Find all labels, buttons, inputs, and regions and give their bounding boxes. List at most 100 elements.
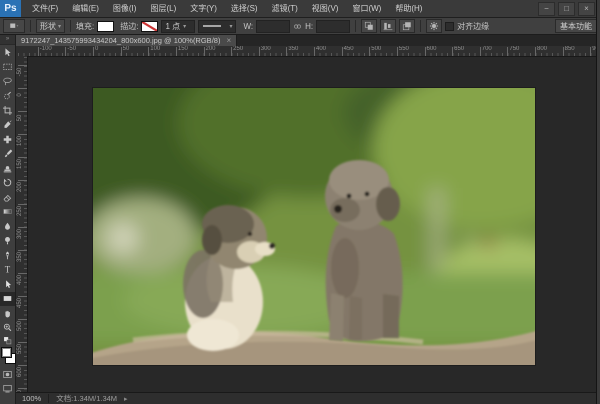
ruler-label: 850	[565, 46, 575, 53]
blur-tool[interactable]	[0, 219, 15, 234]
healing-brush-tool[interactable]	[0, 132, 15, 147]
ps-logo: Ps	[0, 0, 21, 17]
ruler-label: 600	[427, 46, 437, 53]
type-tool[interactable]: T	[0, 263, 15, 278]
eraser-icon	[2, 192, 13, 203]
dodge-icon	[2, 235, 13, 246]
shape-mode-dropdown[interactable]: 形状 ▾	[36, 19, 65, 33]
path-alignment-button[interactable]	[380, 19, 396, 33]
geometry-options-button[interactable]	[426, 19, 442, 33]
pen-icon	[2, 250, 13, 261]
ruler-label: 50	[16, 110, 24, 126]
minimize-button[interactable]: −	[538, 2, 555, 16]
ruler-label: 100	[16, 133, 24, 149]
brush-tool[interactable]	[0, 147, 15, 162]
quick-selection-tool[interactable]	[0, 89, 15, 104]
tab-close-icon[interactable]: ×	[226, 37, 231, 45]
ruler-label: -50	[16, 64, 24, 80]
hand-tool[interactable]	[0, 306, 15, 321]
ruler-label: 50	[123, 46, 130, 53]
rectangle-shape-tool[interactable]	[0, 292, 15, 307]
pen-tool[interactable]	[0, 248, 15, 263]
path-operations-button[interactable]	[361, 19, 377, 33]
menu-item-10[interactable]: 帮助(H)	[388, 0, 429, 17]
menu-item-7[interactable]: 滤镜(T)	[265, 0, 305, 17]
menu-item-4[interactable]: 图层(L)	[143, 0, 183, 17]
link-dimensions-icon[interactable]	[293, 22, 302, 31]
gear-icon	[429, 21, 439, 31]
fill-swatch[interactable]	[97, 21, 114, 32]
marquee-tool[interactable]	[0, 60, 15, 75]
align-edges-checkbox[interactable]	[445, 22, 454, 31]
menu-item-6[interactable]: 选择(S)	[224, 0, 265, 17]
options-bar: 形状 ▾ 填充: 描边: 1 点 ▾ ▾ W: H:	[0, 18, 600, 35]
lasso-tool[interactable]	[0, 74, 15, 89]
history-brush-tool[interactable]	[0, 176, 15, 191]
fill-label: 填充:	[76, 21, 94, 32]
menu-item-5[interactable]: 文字(Y)	[183, 0, 224, 17]
menu-item-9[interactable]: 窗口(W)	[345, 0, 388, 17]
status-options-arrow[interactable]: ▸	[124, 395, 128, 403]
zoom-tool[interactable]	[0, 321, 15, 336]
ruler-tick	[369, 47, 370, 56]
foreground-color-swatch[interactable]	[1, 347, 12, 358]
workspace-switcher-button[interactable]: 基本功能	[555, 19, 597, 33]
crop-tool[interactable]	[0, 103, 15, 118]
height-field[interactable]	[316, 20, 350, 33]
clone-stamp-tool[interactable]	[0, 161, 15, 176]
menu-item-2[interactable]: 编辑(E)	[65, 0, 106, 17]
ruler-tick	[93, 47, 94, 56]
ruler-label: 100	[150, 46, 160, 53]
ruler-label: 200	[16, 179, 24, 195]
quick-mask-button[interactable]	[0, 367, 15, 382]
gradient-tool[interactable]	[0, 205, 15, 220]
menu-bar: Ps 文件(F)编辑(E)图像(I)图层(L)文字(Y)选择(S)滤镜(T)视图…	[0, 0, 600, 18]
tool-preset-icon	[9, 21, 19, 31]
menu-item-8[interactable]: 视图(V)	[305, 0, 346, 17]
eraser-tool[interactable]	[0, 190, 15, 205]
canvas-photo[interactable]	[93, 88, 535, 365]
menu-item-1[interactable]: 文件(F)	[25, 0, 65, 17]
ruler-minor-ticks	[16, 53, 600, 56]
stroke-style-dropdown[interactable]: ▾	[198, 20, 236, 33]
maximize-button[interactable]: □	[558, 2, 575, 16]
vertical-ruler[interactable]: -500501001502002503003504004505005506006…	[16, 56, 28, 392]
dodge-tool[interactable]	[0, 234, 15, 249]
screen-mode-button[interactable]	[0, 382, 15, 397]
stroke-width-field[interactable]: 1 点 ▾	[161, 20, 195, 33]
horizontal-ruler[interactable]: -100-50050100150200250300350400450500550…	[16, 46, 600, 57]
menu-item-3[interactable]: 图像(I)	[106, 0, 144, 17]
path-selection-tool[interactable]	[0, 277, 15, 292]
tool-preset-picker[interactable]	[3, 19, 25, 33]
ruler-label: 800	[537, 46, 547, 53]
document-tab[interactable]: 9172247_143575993434204_800x600.jpg @ 10…	[16, 35, 237, 46]
gradient-icon	[2, 206, 13, 217]
zoom-icon	[2, 322, 13, 333]
eyedropper-tool[interactable]	[0, 118, 15, 133]
zoom-level-field[interactable]: 100%	[22, 394, 41, 403]
move-tool[interactable]	[0, 45, 15, 60]
path-arrangement-button[interactable]	[399, 19, 415, 33]
ruler-label: 750	[509, 46, 519, 53]
shape-mode-label: 形状	[40, 21, 56, 32]
minicolors-icon	[2, 335, 13, 346]
ruler-label: 250	[233, 46, 243, 53]
blur-icon	[2, 221, 13, 232]
divider	[30, 20, 31, 32]
ruler-label: 550	[16, 341, 24, 357]
foreground-background-swatches[interactable]	[0, 345, 15, 367]
blurred-background	[93, 88, 535, 365]
ruler-label: 200	[206, 46, 216, 53]
stroke-swatch[interactable]	[141, 21, 158, 32]
path-alignment-icon	[383, 21, 393, 31]
tools-collapse-button[interactable]: »	[0, 35, 15, 45]
width-field[interactable]	[256, 20, 290, 33]
ruler-label: 350	[16, 249, 24, 265]
ruler-label: 350	[288, 46, 298, 53]
shape-icon	[2, 293, 13, 304]
default-colors-button[interactable]	[0, 335, 15, 345]
path-operations-icon	[364, 21, 374, 31]
status-bar: 100% 文档:1.34M/1.34M ▸	[16, 392, 600, 404]
close-button[interactable]: ×	[578, 2, 595, 16]
healing-icon	[2, 134, 13, 145]
